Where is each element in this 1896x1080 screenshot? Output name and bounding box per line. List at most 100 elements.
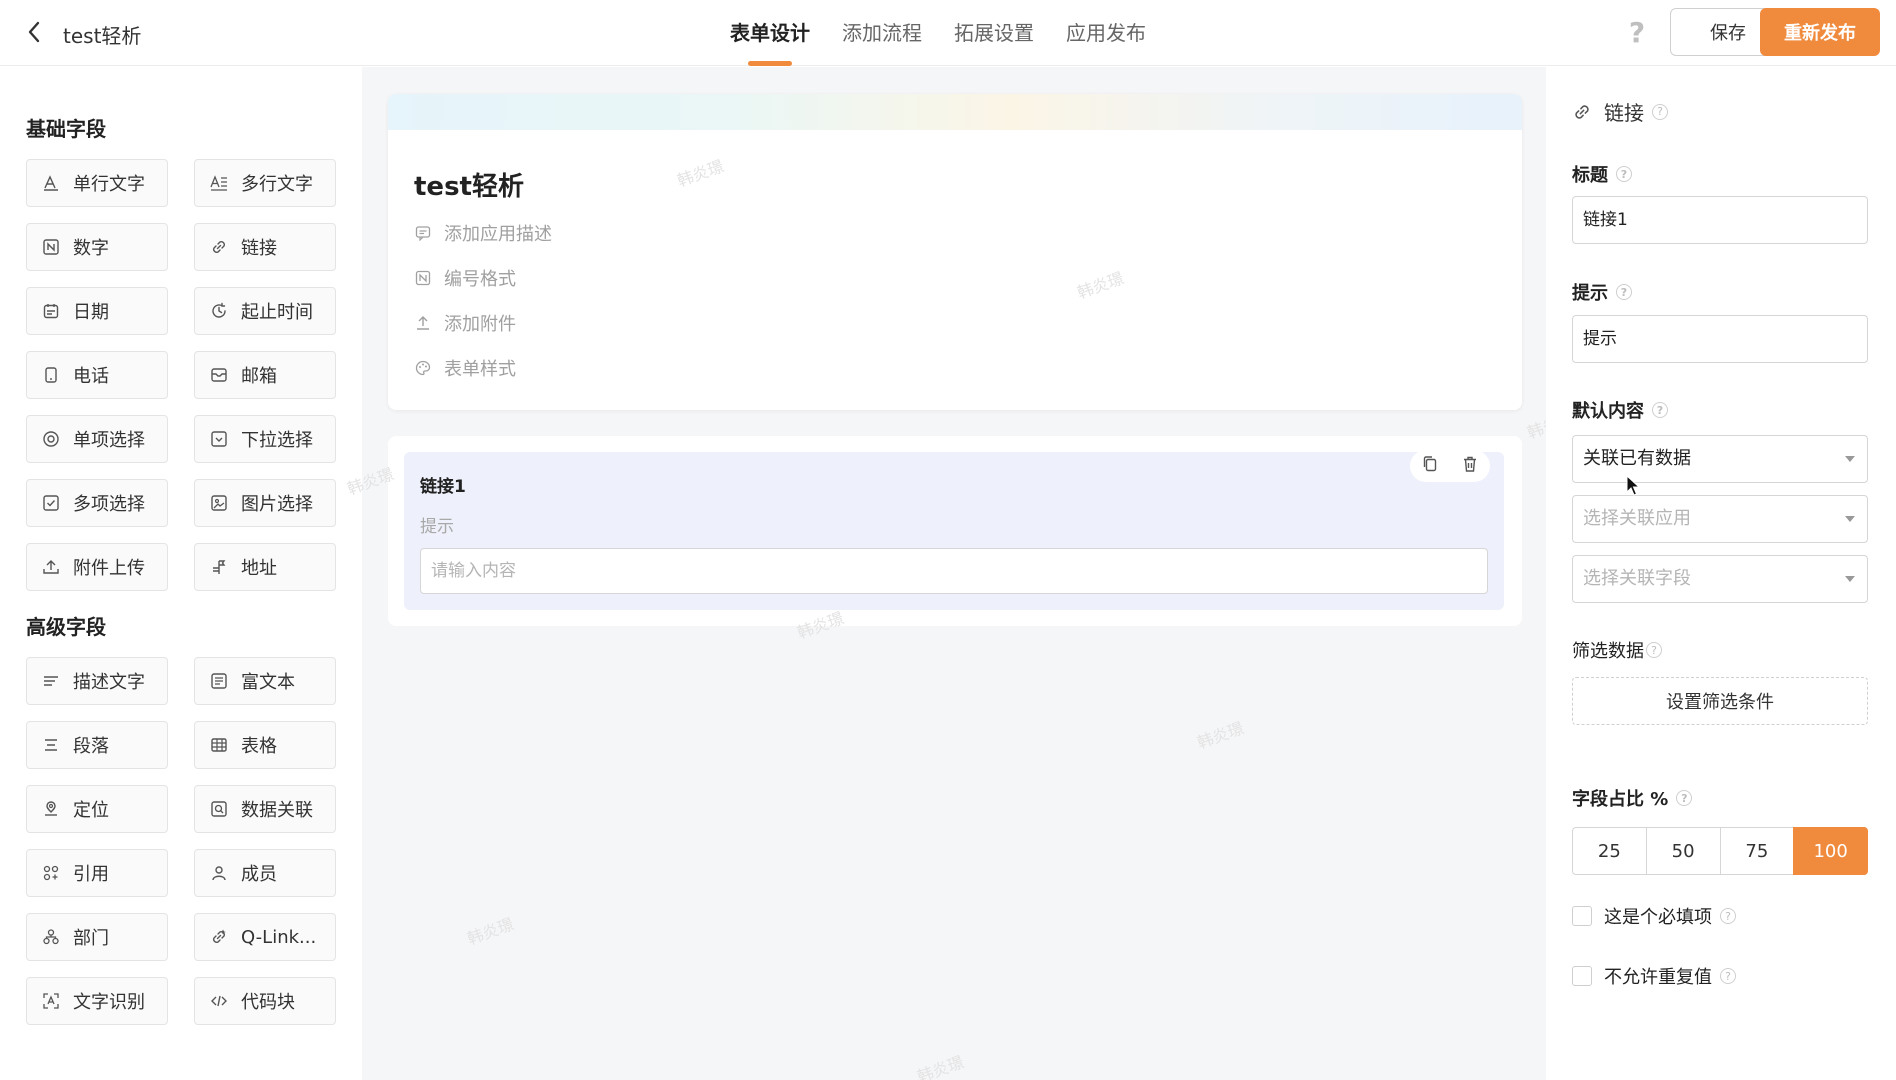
field-paragraph[interactable]: 段落 [26,721,168,769]
question-icon[interactable]: ? [1646,642,1662,658]
default-content-label: 默认内容? [1572,397,1668,423]
field-label: 邮箱 [241,366,277,387]
properties-panel: 链接 ? 标题? 链接1 提示? 提示 默认内容? 关联已有数据 选择关联应用 … [1546,67,1896,1080]
add-description-link[interactable]: 添加应用描述 [414,220,552,246]
form-header-card[interactable]: test轻析 添加应用描述 编号格式 添加附件 表单样式 [388,94,1522,410]
field-attachment-upload[interactable]: 附件上传 [26,543,168,591]
action-label: 表单样式 [444,359,516,380]
properties-header: 链接 ? [1572,97,1668,126]
field-single-line-text[interactable]: 单行文字 [26,159,168,207]
question-icon[interactable]: ? [1652,402,1668,418]
field-label: 代码块 [241,992,295,1013]
trash-icon[interactable] [1462,455,1478,477]
question-icon[interactable]: ? [1652,103,1668,120]
related-app-select[interactable]: 选择关联应用 [1572,495,1868,543]
field-table[interactable]: 表格 [194,721,336,769]
action-label: 添加附件 [444,314,516,335]
field-label: 电话 [73,366,109,387]
field-location[interactable]: 定位 [26,785,168,833]
single-line-text-icon [41,173,61,193]
field-label: 富文本 [241,672,295,693]
copy-icon[interactable] [1422,455,1438,477]
field-description-text[interactable]: 描述文字 [26,657,168,705]
required-option[interactable]: 这是个必填项 ? [1572,903,1736,929]
default-content-select[interactable]: 关联已有数据 [1572,435,1868,483]
width-option-75[interactable]: 75 [1719,827,1795,875]
field-label: 地址 [241,558,277,579]
checkbox-icon [41,493,61,513]
tab-add-process[interactable]: 添加流程 [842,0,922,66]
action-label: 添加应用描述 [444,224,552,245]
field-label: 部门 [73,928,109,949]
tab-app-publish[interactable]: 应用发布 [1066,0,1146,66]
tab-form-design[interactable]: 表单设计 [730,0,810,66]
question-icon[interactable]: ? [1616,284,1632,300]
member-icon [209,863,229,883]
required-checkbox[interactable] [1572,906,1592,926]
field-label: 数据关联 [241,800,313,821]
field-width-label: 字段占比 %? [1572,785,1693,811]
field-address[interactable]: 地址 [194,543,336,591]
unique-checkbox[interactable] [1572,966,1592,986]
width-option-25[interactable]: 25 [1572,827,1647,875]
set-filter-button[interactable]: 设置筛选条件 [1572,677,1868,725]
field-label: 图片选择 [241,494,313,515]
comment-icon [414,224,432,242]
field-label: 引用 [73,864,109,885]
paragraph-icon [41,735,61,755]
field-number[interactable]: 数字 [26,223,168,271]
palette-icon [414,359,432,377]
field-dropdown[interactable]: 下拉选择 [194,415,336,463]
field-rich-text[interactable]: 富文本 [194,657,336,705]
question-icon[interactable]: ? [1616,166,1632,182]
help-icon[interactable]: ? [1622,16,1652,49]
data-link-icon [209,799,229,819]
related-field-select[interactable]: 选择关联字段 [1572,555,1868,603]
width-option-50[interactable]: 50 [1645,827,1721,875]
field-label: 下拉选择 [241,430,313,451]
field-phone[interactable]: 电话 [26,351,168,399]
field-code-block[interactable]: 代码块 [194,977,336,1025]
radio-icon [41,429,61,449]
link-icon [1575,104,1589,119]
field-label: 段落 [73,736,109,757]
field-date[interactable]: 日期 [26,287,168,335]
field-member[interactable]: 成员 [194,849,336,897]
number-format-link[interactable]: 编号格式 [414,265,516,291]
basic-fields-title: 基础字段 [26,117,106,141]
field-email[interactable]: 邮箱 [194,351,336,399]
field-qlink[interactable]: Q-Link... [194,913,336,961]
image-icon [209,493,229,513]
form-style-link[interactable]: 表单样式 [414,355,516,381]
back-button[interactable] [22,18,46,46]
link-icon [209,237,229,257]
field-data-relation[interactable]: 数据关联 [194,785,336,833]
width-option-100[interactable]: 100 [1793,827,1868,875]
field-time-range[interactable]: 起止时间 [194,287,336,335]
field-ocr[interactable]: 文字识别 [26,977,168,1025]
field-link[interactable]: 链接 [194,223,336,271]
field-label: Q-Link... [241,926,317,948]
field-single-choice[interactable]: 单项选择 [26,415,168,463]
filter-data-label: 筛选数据? [1572,637,1662,663]
republish-button[interactable]: 重新发布 [1760,8,1880,56]
tab-extend-settings[interactable]: 拓展设置 [954,0,1034,66]
calendar-icon [41,301,61,321]
hint-input[interactable]: 提示 [1572,315,1868,363]
field-preview-input[interactable]: 请输入内容 [420,548,1488,594]
field-image-choice[interactable]: 图片选择 [194,479,336,527]
code-icon [209,991,229,1011]
field-multi-line-text[interactable]: 多行文字 [194,159,336,207]
properties-header-label: 链接 [1604,101,1644,125]
field-multi-choice[interactable]: 多项选择 [26,479,168,527]
field-reference[interactable]: 引用 [26,849,168,897]
field-label: 链接 [241,238,277,259]
question-icon[interactable]: ? [1676,790,1693,806]
unique-option[interactable]: 不允许重复值 ? [1572,963,1736,989]
field-department[interactable]: 部门 [26,913,168,961]
question-icon[interactable]: ? [1720,968,1736,984]
question-icon[interactable]: ? [1720,908,1736,924]
selected-field-link[interactable]: 链接1 提示 请输入内容 [404,450,1504,610]
title-input[interactable]: 链接1 [1572,196,1868,244]
add-attachment-link[interactable]: 添加附件 [414,310,516,336]
